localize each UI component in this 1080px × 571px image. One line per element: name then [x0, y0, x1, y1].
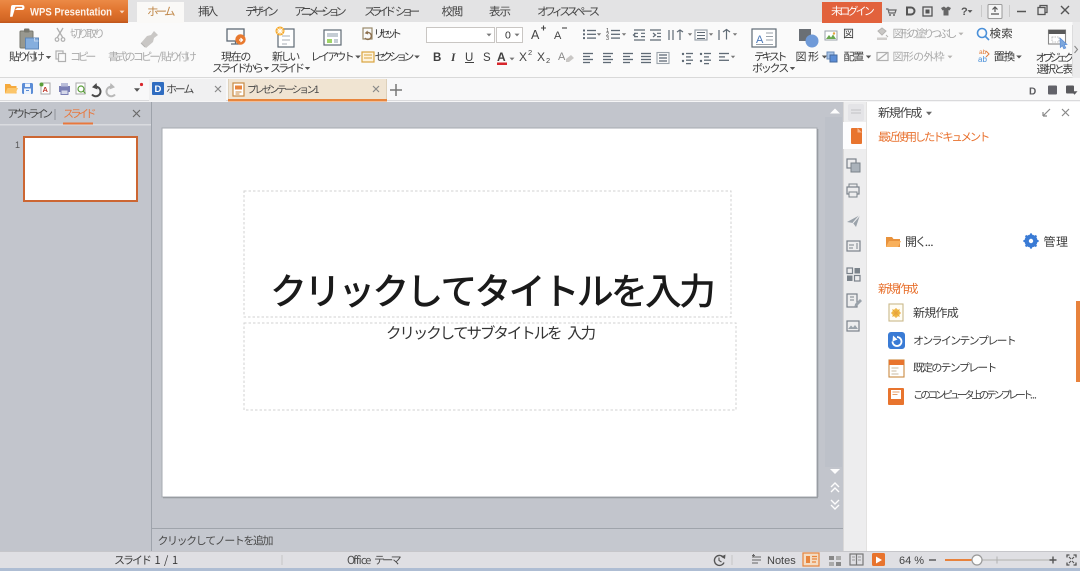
svg-text:64 %: 64 %	[899, 555, 924, 567]
svg-text:A: A	[531, 28, 540, 42]
svg-text:A: A	[554, 30, 562, 42]
svg-text:2: 2	[546, 56, 550, 65]
svg-text:D: D	[1029, 87, 1036, 98]
svg-text:B: B	[433, 52, 441, 64]
svg-text:X: X	[537, 50, 545, 64]
svg-text:2: 2	[528, 48, 532, 57]
svg-text:?: ?	[961, 6, 968, 18]
svg-text:ab: ab	[979, 49, 987, 56]
svg-text:A: A	[558, 51, 566, 63]
svg-text:X: X	[519, 50, 527, 64]
svg-text:WPS Presentation: WPS Presentation	[30, 7, 112, 19]
svg-text:D: D	[155, 84, 162, 95]
svg-text:0: 0	[505, 30, 511, 42]
svg-text:Notes: Notes	[767, 555, 796, 567]
svg-text:A: A	[43, 85, 49, 94]
svg-text:I: I	[450, 52, 456, 64]
svg-text:A: A	[497, 50, 506, 64]
svg-text:1: 1	[15, 140, 20, 150]
svg-text:3: 3	[606, 36, 609, 42]
svg-text:S: S	[483, 52, 491, 64]
